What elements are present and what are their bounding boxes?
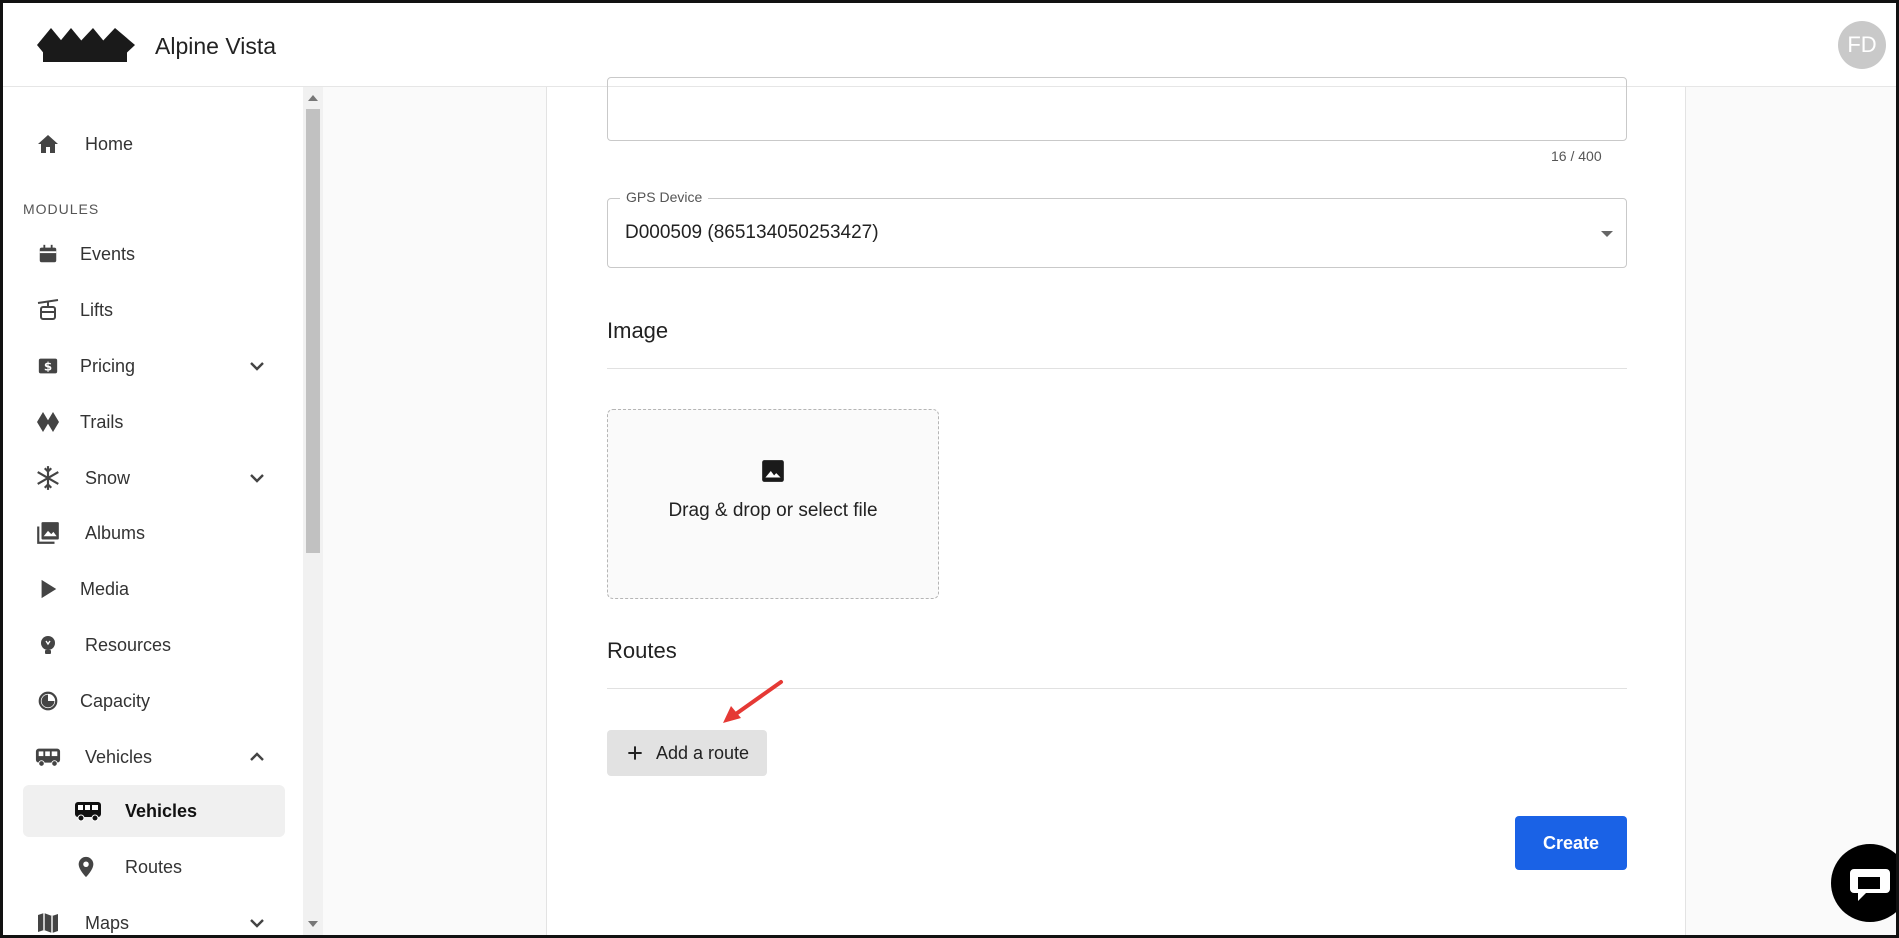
gondola-icon bbox=[35, 297, 61, 323]
sidebar-item-events[interactable]: Events bbox=[23, 228, 285, 280]
scrollbar-thumb[interactable] bbox=[306, 109, 320, 553]
sidebar-item-label: Snow bbox=[85, 467, 131, 488]
add-route-button[interactable]: Add a route bbox=[607, 730, 767, 776]
sidebar-item-label: Pricing bbox=[80, 355, 136, 376]
play-icon bbox=[35, 576, 61, 602]
snowflake-icon bbox=[35, 465, 61, 491]
sidebar-item-label: Media bbox=[80, 578, 130, 599]
scroll-up-arrow-icon[interactable] bbox=[308, 95, 318, 101]
chat-bubble-icon bbox=[1850, 869, 1890, 901]
map-icon bbox=[35, 910, 61, 935]
sidebar-scrollbar[interactable] bbox=[303, 87, 323, 935]
sidebar-item-label: Routes bbox=[125, 856, 183, 877]
app-frame: Alpine Vista FD Home MODULES Events Lift… bbox=[0, 0, 1899, 938]
diamond-icon bbox=[35, 409, 61, 435]
plus-icon bbox=[628, 746, 642, 760]
sidebar-item-label: Vehicles bbox=[85, 746, 153, 767]
location-pin-icon bbox=[73, 854, 99, 880]
sidebar-item-maps[interactable]: Maps bbox=[23, 897, 285, 935]
dropzone-text: Drag & drop or select file bbox=[668, 500, 878, 521]
chevron-down-icon[interactable] bbox=[245, 466, 269, 490]
routes-section-title: Routes bbox=[607, 638, 677, 663]
sidebar-item-label: Albums bbox=[85, 522, 146, 543]
sidebar-subitem-routes[interactable]: Routes bbox=[23, 841, 285, 893]
create-button[interactable]: Create bbox=[1515, 816, 1627, 870]
gps-device-label: GPS Device bbox=[620, 189, 709, 205]
sidebar: Home MODULES Events Lifts $ Pricing Trai… bbox=[3, 87, 303, 935]
chevron-down-icon[interactable] bbox=[245, 911, 269, 935]
sidebar-item-pricing[interactable]: $ Pricing bbox=[23, 340, 285, 392]
dollar-icon: $ bbox=[35, 353, 61, 379]
top-header: Alpine Vista FD bbox=[3, 3, 1896, 87]
sidebar-item-home[interactable]: Home bbox=[23, 118, 285, 170]
sidebar-item-label: Vehicles bbox=[125, 800, 198, 821]
sidebar-item-label: Capacity bbox=[80, 690, 151, 711]
gps-device-select[interactable]: GPS Device D000509 (865134050253427) bbox=[607, 189, 1627, 268]
brand-logo-icon[interactable] bbox=[37, 28, 135, 62]
vehicle-form-card: 16 / 400 GPS Device D000509 (86513405025… bbox=[546, 77, 1686, 935]
sidebar-item-label: Lifts bbox=[80, 299, 114, 320]
dropdown-caret-icon[interactable] bbox=[1601, 231, 1613, 237]
chat-widget-button[interactable] bbox=[1831, 844, 1896, 922]
sidebar-item-capacity[interactable]: Capacity bbox=[23, 675, 285, 727]
annotation-arrow-icon bbox=[723, 680, 783, 723]
sidebar-item-media[interactable]: Media bbox=[23, 563, 285, 615]
brand-name: Alpine Vista bbox=[155, 33, 277, 59]
sidebar-subitem-vehicles[interactable]: Vehicles bbox=[23, 785, 285, 837]
sidebar-item-snow[interactable]: Snow bbox=[23, 452, 285, 504]
calendar-icon bbox=[35, 241, 61, 267]
sidebar-item-label: Home bbox=[85, 133, 134, 154]
gauge-icon bbox=[35, 688, 61, 714]
chevron-up-icon[interactable] bbox=[245, 745, 269, 769]
sidebar-item-lifts[interactable]: Lifts bbox=[23, 284, 285, 336]
chevron-down-icon[interactable] bbox=[245, 354, 269, 378]
user-avatar[interactable]: FD bbox=[1838, 21, 1886, 69]
modules-heading: MODULES bbox=[23, 201, 100, 217]
image-section-divider bbox=[607, 368, 1627, 369]
lightbulb-icon bbox=[35, 632, 61, 658]
bus-icon bbox=[73, 798, 103, 824]
gps-device-value: D000509 (865134050253427) bbox=[625, 222, 879, 243]
image-icon bbox=[762, 460, 784, 482]
description-textarea[interactable] bbox=[607, 77, 1627, 141]
add-route-label: Add a route bbox=[656, 743, 750, 763]
home-icon bbox=[35, 131, 61, 157]
image-section-title: Image bbox=[607, 318, 669, 343]
sidebar-item-vehicles[interactable]: Vehicles bbox=[23, 731, 285, 783]
photo-library-icon bbox=[35, 520, 61, 546]
sidebar-item-trails[interactable]: Trails bbox=[23, 396, 285, 448]
sidebar-item-label: Trails bbox=[80, 411, 124, 432]
sidebar-item-resources[interactable]: Resources bbox=[23, 619, 285, 671]
sidebar-item-label: Resources bbox=[85, 634, 172, 655]
svg-text:$: $ bbox=[44, 360, 52, 374]
bus-icon bbox=[35, 744, 61, 770]
sidebar-item-label: Maps bbox=[85, 912, 130, 933]
sidebar-item-label: Events bbox=[80, 243, 136, 264]
character-counter: 16 / 400 bbox=[1551, 148, 1602, 164]
scroll-down-arrow-icon[interactable] bbox=[308, 921, 318, 927]
image-dropzone[interactable]: Drag & drop or select file bbox=[607, 409, 939, 599]
sidebar-item-albums[interactable]: Albums bbox=[23, 507, 285, 559]
